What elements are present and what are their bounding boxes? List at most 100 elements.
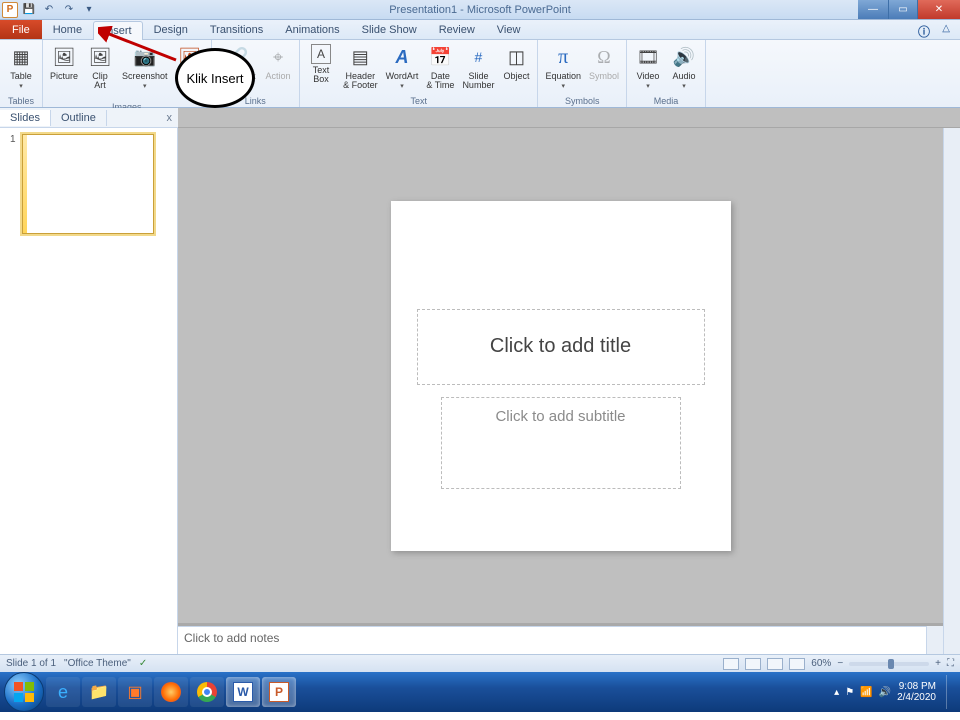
clock[interactable]: 9:08 PM 2/4/2020: [897, 681, 940, 703]
action-icon: ⌖: [265, 44, 291, 70]
notes-pane[interactable]: Click to add notes: [178, 626, 926, 654]
maximize-button[interactable]: ▭: [888, 0, 918, 19]
equation-button[interactable]: πEquation▾: [542, 42, 584, 93]
textbox-icon: A: [311, 44, 331, 64]
app-icon: ▣: [127, 682, 142, 702]
status-theme: "Office Theme": [64, 658, 131, 669]
redo-icon[interactable]: ↷: [60, 2, 78, 18]
system-tray: ▴ ⚑ 📶 🔊 9:08 PM 2/4/2020: [834, 675, 956, 709]
picture-icon: 🖼: [51, 44, 77, 70]
zoom-level: 60%: [811, 658, 831, 669]
equation-icon: π: [550, 44, 576, 70]
chevron-down-icon: ▾: [561, 83, 565, 90]
chevron-down-icon: ▾: [400, 83, 404, 90]
volume-icon[interactable]: 🔊: [879, 687, 891, 698]
chrome-icon: [197, 682, 217, 702]
fit-window-icon[interactable]: ⛶: [947, 658, 954, 669]
taskbar-ie[interactable]: e: [46, 677, 80, 707]
slidenumber-button[interactable]: #Slide Number: [459, 42, 497, 93]
save-icon[interactable]: 💾: [20, 2, 38, 18]
taskbar: e 📁 ▣ W P ▴ ⚑ 📶 🔊 9:08 PM 2/4/2020: [0, 672, 960, 712]
wordart-button[interactable]: AWordArt▾: [383, 42, 422, 93]
slide-stage[interactable]: Click to add title Click to add subtitle: [178, 128, 943, 623]
tab-review[interactable]: Review: [428, 20, 486, 39]
tab-slides[interactable]: Slides: [0, 110, 51, 126]
tab-transitions[interactable]: Transitions: [199, 20, 274, 39]
firefox-icon: [161, 682, 181, 702]
qat-dropdown-icon[interactable]: ▾: [80, 2, 98, 18]
group-text: AText Box ▤Header & Footer AWordArt▾ 📅Da…: [300, 40, 538, 107]
chevron-down-icon: ▾: [646, 83, 650, 90]
flag-icon[interactable]: ⚑: [845, 687, 854, 698]
slide: Click to add title Click to add subtitle: [391, 201, 731, 551]
taskbar-word[interactable]: W: [226, 677, 260, 707]
tab-outline[interactable]: Outline: [51, 110, 107, 126]
clock-date: 2/4/2020: [897, 692, 936, 703]
slideshow-view-button[interactable]: [789, 658, 805, 670]
tray-up-icon[interactable]: ▴: [834, 687, 839, 698]
taskbar-explorer[interactable]: 📁: [82, 677, 116, 707]
taskbar-powerpoint[interactable]: P: [262, 677, 296, 707]
video-button[interactable]: 🎞Video▾: [631, 42, 665, 93]
datetime-button[interactable]: 📅Date & Time: [423, 42, 457, 93]
slide-thumbnail[interactable]: 1: [10, 134, 167, 234]
status-bar: Slide 1 of 1 "Office Theme" ✓ 60% − + ⛶: [0, 654, 960, 672]
group-tables: ▦Table▾ Tables: [0, 40, 43, 107]
clock-time: 9:08 PM: [897, 681, 936, 692]
group-label: Symbols: [542, 96, 622, 107]
object-button[interactable]: ◫Object: [499, 42, 533, 83]
table-icon: ▦: [8, 44, 34, 70]
thumb-preview: [22, 134, 154, 234]
reading-view-button[interactable]: [767, 658, 783, 670]
start-button[interactable]: [4, 672, 44, 712]
sorter-view-button[interactable]: [745, 658, 761, 670]
group-label: Text: [304, 96, 533, 107]
taskbar-firefox[interactable]: [154, 677, 188, 707]
app-icon[interactable]: P: [2, 2, 18, 18]
minimize-ribbon-icon[interactable]: △: [942, 23, 950, 34]
headerfooter-button[interactable]: ▤Header & Footer: [340, 42, 381, 93]
tab-view[interactable]: View: [486, 20, 532, 39]
show-desktop-button[interactable]: [946, 675, 956, 709]
title-placeholder[interactable]: Click to add title: [417, 309, 705, 385]
zoom-slider[interactable]: [849, 662, 929, 666]
thumbnail-panel: 1: [0, 128, 178, 654]
chevron-down-icon: ▾: [19, 83, 23, 90]
audio-button[interactable]: 🔊Audio▾: [667, 42, 701, 93]
minimize-button[interactable]: —: [858, 0, 888, 19]
tab-file[interactable]: File: [0, 20, 42, 39]
status-slide: Slide 1 of 1: [6, 658, 56, 669]
undo-icon[interactable]: ↶: [40, 2, 58, 18]
picture-button[interactable]: 🖼Picture: [47, 42, 81, 83]
group-label: Media: [631, 96, 701, 107]
network-icon[interactable]: 📶: [860, 687, 872, 698]
textbox-button[interactable]: AText Box: [304, 42, 338, 87]
tab-home[interactable]: Home: [42, 20, 93, 39]
spellcheck-icon[interactable]: ✓: [139, 658, 147, 669]
scrollbar[interactable]: [926, 626, 943, 654]
symbol-icon: Ω: [591, 44, 617, 70]
slidenumber-icon: #: [465, 44, 491, 70]
annotation-callout: Klik Insert: [175, 48, 255, 108]
taskbar-chrome[interactable]: [190, 677, 224, 707]
taskbar-app1[interactable]: ▣: [118, 677, 152, 707]
zoom-in-icon[interactable]: +: [935, 658, 941, 669]
close-button[interactable]: ✕: [918, 0, 960, 19]
help-icon[interactable]: ⓘ: [918, 23, 930, 40]
tab-animations[interactable]: Animations: [274, 20, 350, 39]
object-icon: ◫: [503, 44, 529, 70]
group-symbols: πEquation▾ ΩSymbol Symbols: [538, 40, 627, 107]
work-area: 1 Click to add title Click to add subtit…: [0, 128, 960, 654]
subtitle-placeholder[interactable]: Click to add subtitle: [441, 397, 681, 489]
vscrollbar[interactable]: [943, 128, 960, 654]
window-controls: — ▭ ✕: [858, 0, 960, 19]
audio-icon: 🔊: [671, 44, 697, 70]
ie-icon: e: [58, 682, 68, 703]
close-panel-icon[interactable]: x: [161, 112, 179, 124]
zoom-out-icon[interactable]: −: [837, 658, 843, 669]
table-button[interactable]: ▦Table▾: [4, 42, 38, 93]
tab-slideshow[interactable]: Slide Show: [351, 20, 428, 39]
normal-view-button[interactable]: [723, 658, 739, 670]
wordart-icon: A: [389, 44, 415, 70]
group-media: 🎞Video▾ 🔊Audio▾ Media: [627, 40, 706, 107]
